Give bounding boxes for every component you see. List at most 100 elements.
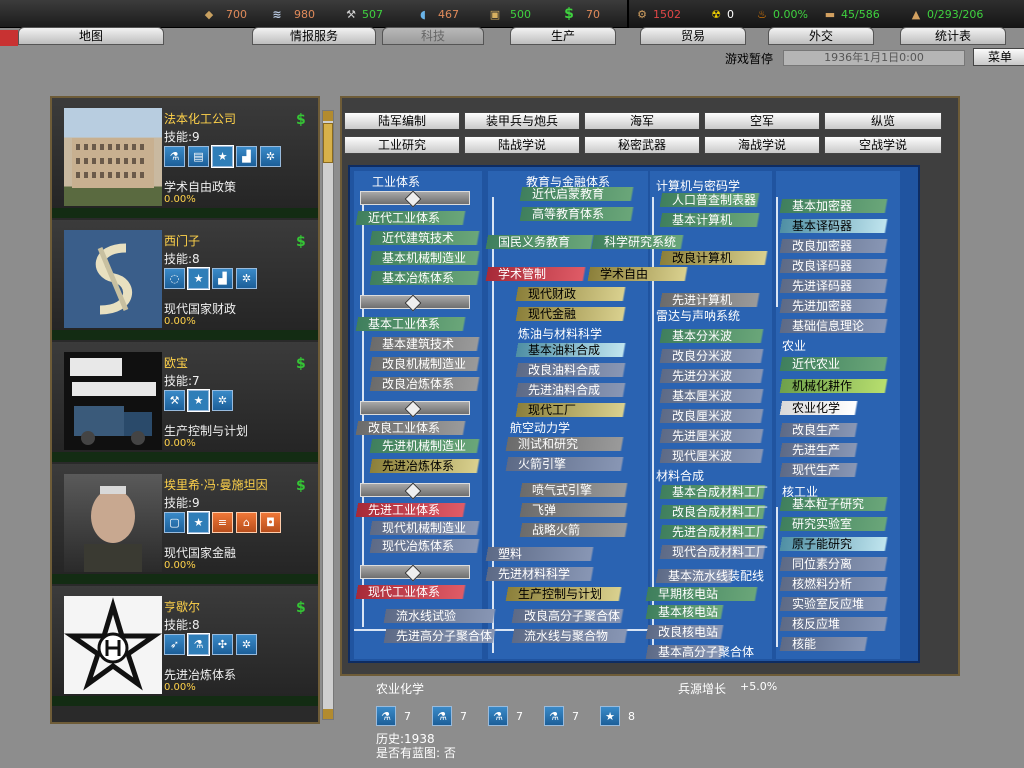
menu-button[interactable]: 菜单 xyxy=(973,48,1024,66)
tab-diplomacy[interactable]: 外交 xyxy=(768,27,874,45)
tech-node[interactable]: 流水线试验 xyxy=(378,609,502,623)
tech-node[interactable]: 现代机械制造业 xyxy=(364,521,486,535)
tech-node[interactable]: 人口普查制表器 xyxy=(654,193,766,207)
category-air-doctrine[interactable]: 空战学说 xyxy=(824,136,942,154)
era-gate[interactable] xyxy=(360,482,470,500)
tech-node[interactable]: 生产控制与计划 xyxy=(500,587,628,601)
tech-node[interactable]: 先进译码器 xyxy=(774,279,894,293)
tech-node[interactable]: 机械化耕作 xyxy=(774,379,894,393)
tech-node[interactable]: 塑料 xyxy=(480,547,600,561)
stat-manpower[interactable]: ⚙ 1502 xyxy=(635,6,681,22)
tech-node[interactable]: 先进加密器 xyxy=(774,299,894,313)
resource-energy[interactable]: ◆ 700 xyxy=(202,6,247,22)
stat-transport[interactable]: ▬ 45/586 xyxy=(823,6,880,22)
era-gate[interactable] xyxy=(360,400,470,418)
tech-node[interactable]: 核燃料分析 xyxy=(774,577,894,591)
tech-node[interactable]: 改良计算机 xyxy=(654,251,774,265)
tech-node[interactable]: 改良合成材料工厂 xyxy=(654,505,772,519)
tech-node[interactable]: 基本建筑技术 xyxy=(364,337,486,351)
tech-node[interactable]: 火箭引擎 xyxy=(500,457,630,471)
tech-node[interactable]: 现代工业体系 xyxy=(350,585,472,599)
tech-node[interactable]: 改良加密器 xyxy=(774,239,894,253)
tech-node[interactable]: 测试和研究 xyxy=(500,437,630,451)
tech-node[interactable]: 先进计算机 xyxy=(654,293,766,307)
category-land-doctrine[interactable]: 陆战学说 xyxy=(464,136,580,154)
tech-node[interactable]: 基本加密器 xyxy=(774,199,894,213)
tech-node[interactable]: 原子能研究 xyxy=(774,537,894,551)
category-overview[interactable]: 纵览 xyxy=(824,112,942,130)
research-team-card[interactable]: 西门子 技能:8 ◌ ★ ▟ ✲ 现代国家财政 0.00% $ xyxy=(52,220,318,340)
tab-statistics[interactable]: 统计表 xyxy=(900,27,1006,45)
tech-node[interactable]: 科学研究系统 xyxy=(586,235,690,249)
tech-node[interactable]: 战略火箭 xyxy=(514,523,634,537)
resource-supplies[interactable]: ▣ 500 xyxy=(488,6,531,22)
tech-node[interactable]: 核反应堆 xyxy=(774,617,894,631)
tech-node[interactable]: 早期核电站 xyxy=(640,587,764,601)
category-industry[interactable]: 工业研究 xyxy=(344,136,460,154)
tech-node[interactable]: 学术管制 xyxy=(480,267,592,281)
tech-node[interactable]: 先进厘米波 xyxy=(654,429,770,443)
tech-node[interactable]: 基本分米波 xyxy=(654,329,770,343)
team-list-scrollbar[interactable] xyxy=(322,110,334,720)
tech-node[interactable]: 基本油料合成 xyxy=(510,343,632,357)
tech-node[interactable]: 改良厘米波 xyxy=(654,409,770,423)
tech-node[interactable]: 核能 xyxy=(774,637,874,651)
research-team-card[interactable]: 法本化工公司 技能:9 ⚗ ▤ ★ ▟ ✲ 学术自由政策 0.00% $ xyxy=(52,98,318,218)
tab-map[interactable]: 地图 xyxy=(18,27,164,45)
tab-production[interactable]: 生产 xyxy=(510,27,616,45)
tech-node[interactable]: 现代生产 xyxy=(774,463,864,477)
tech-node[interactable]: 近代工业体系 xyxy=(350,211,472,225)
tech-node[interactable]: 学术自由 xyxy=(582,267,694,281)
tech-node[interactable]: 现代财政 xyxy=(510,287,632,301)
tech-node[interactable]: 先进分米波 xyxy=(654,369,770,383)
tab-intelligence[interactable]: 情报服务 xyxy=(252,27,376,45)
tech-node[interactable]: 改良机械制造业 xyxy=(364,357,486,371)
category-aircraft[interactable]: 空军 xyxy=(704,112,820,130)
tech-node-selected[interactable]: 农业化学 xyxy=(774,401,864,415)
tech-node[interactable]: 基本厘米波 xyxy=(654,389,770,403)
tech-node[interactable]: 基本工业体系 xyxy=(350,317,472,331)
research-team-card[interactable]: 亨歇尔 技能:8 ➶ ⚗ ✣ ✲ 先进冶炼体系 0.00% $ xyxy=(52,586,318,706)
tech-node[interactable]: 现代合成材料工厂 xyxy=(654,545,772,559)
tech-node[interactable]: 流水线与聚合物 xyxy=(506,629,634,643)
tech-node[interactable]: 基本流水线装配线 xyxy=(650,569,764,583)
tech-node[interactable]: 改良译码器 xyxy=(774,259,894,273)
tech-node[interactable]: 改良高分子聚合体 xyxy=(506,609,630,623)
tech-node[interactable]: 现代工厂 xyxy=(510,403,632,417)
pause-label[interactable]: 游戏暂停 xyxy=(725,50,773,67)
tech-node[interactable]: 现代金融 xyxy=(510,307,632,321)
scroll-down-arrow[interactable] xyxy=(323,709,333,719)
resource-rare-materials[interactable]: ⚒ 507 xyxy=(344,6,383,22)
tech-node[interactable]: 喷气式引擎 xyxy=(514,483,634,497)
tech-node[interactable]: 先进工业体系 xyxy=(350,503,472,517)
tech-node[interactable]: 现代厘米波 xyxy=(654,449,770,463)
tech-node[interactable]: 改良油料合成 xyxy=(510,363,632,377)
category-naval[interactable]: 海军 xyxy=(584,112,700,130)
tech-node[interactable]: 基本核电站 xyxy=(640,605,730,619)
tech-node[interactable]: 实验室反应堆 xyxy=(774,597,894,611)
stat-nuclear[interactable]: ☢ 0 xyxy=(709,6,734,22)
tech-node[interactable]: 基础信息理论 xyxy=(774,319,894,333)
research-team-card[interactable]: 欧宝 技能:7 ⚒ ★ ✲ 生产控制与计划 0.00% $ xyxy=(52,342,318,462)
era-gate[interactable] xyxy=(360,190,470,208)
tech-node[interactable]: 近代建筑技术 xyxy=(364,231,486,245)
tech-node[interactable]: 高等教育体系 xyxy=(514,207,640,221)
category-naval-doctrine[interactable]: 海战学说 xyxy=(704,136,820,154)
tech-node[interactable]: 同位素分离 xyxy=(774,557,894,571)
tech-node[interactable]: 先进油料合成 xyxy=(510,383,632,397)
resource-metal[interactable]: ≋ 980 xyxy=(270,6,315,22)
era-gate[interactable] xyxy=(360,564,470,582)
tech-node[interactable]: 研究实验室 xyxy=(774,517,894,531)
tech-node[interactable]: 先进机械制造业 xyxy=(364,439,486,453)
resource-money[interactable]: $70 xyxy=(562,6,600,22)
tech-node[interactable]: 基本合成材料工厂 xyxy=(654,485,772,499)
tech-node[interactable]: 近代农业 xyxy=(774,357,894,371)
tech-node[interactable]: 先进材料科学 xyxy=(480,567,600,581)
tech-node[interactable]: 基本高分子聚合体 xyxy=(640,645,754,659)
tech-node[interactable]: 基本冶炼体系 xyxy=(364,271,486,285)
tech-node[interactable]: 基本粒子研究 xyxy=(774,497,894,511)
tech-node[interactable]: 基本译码器 xyxy=(774,219,894,233)
resource-oil[interactable]: ◖ 467 xyxy=(416,6,459,22)
era-gate[interactable] xyxy=(360,294,470,312)
tech-node[interactable]: 改良核电站 xyxy=(640,625,730,639)
